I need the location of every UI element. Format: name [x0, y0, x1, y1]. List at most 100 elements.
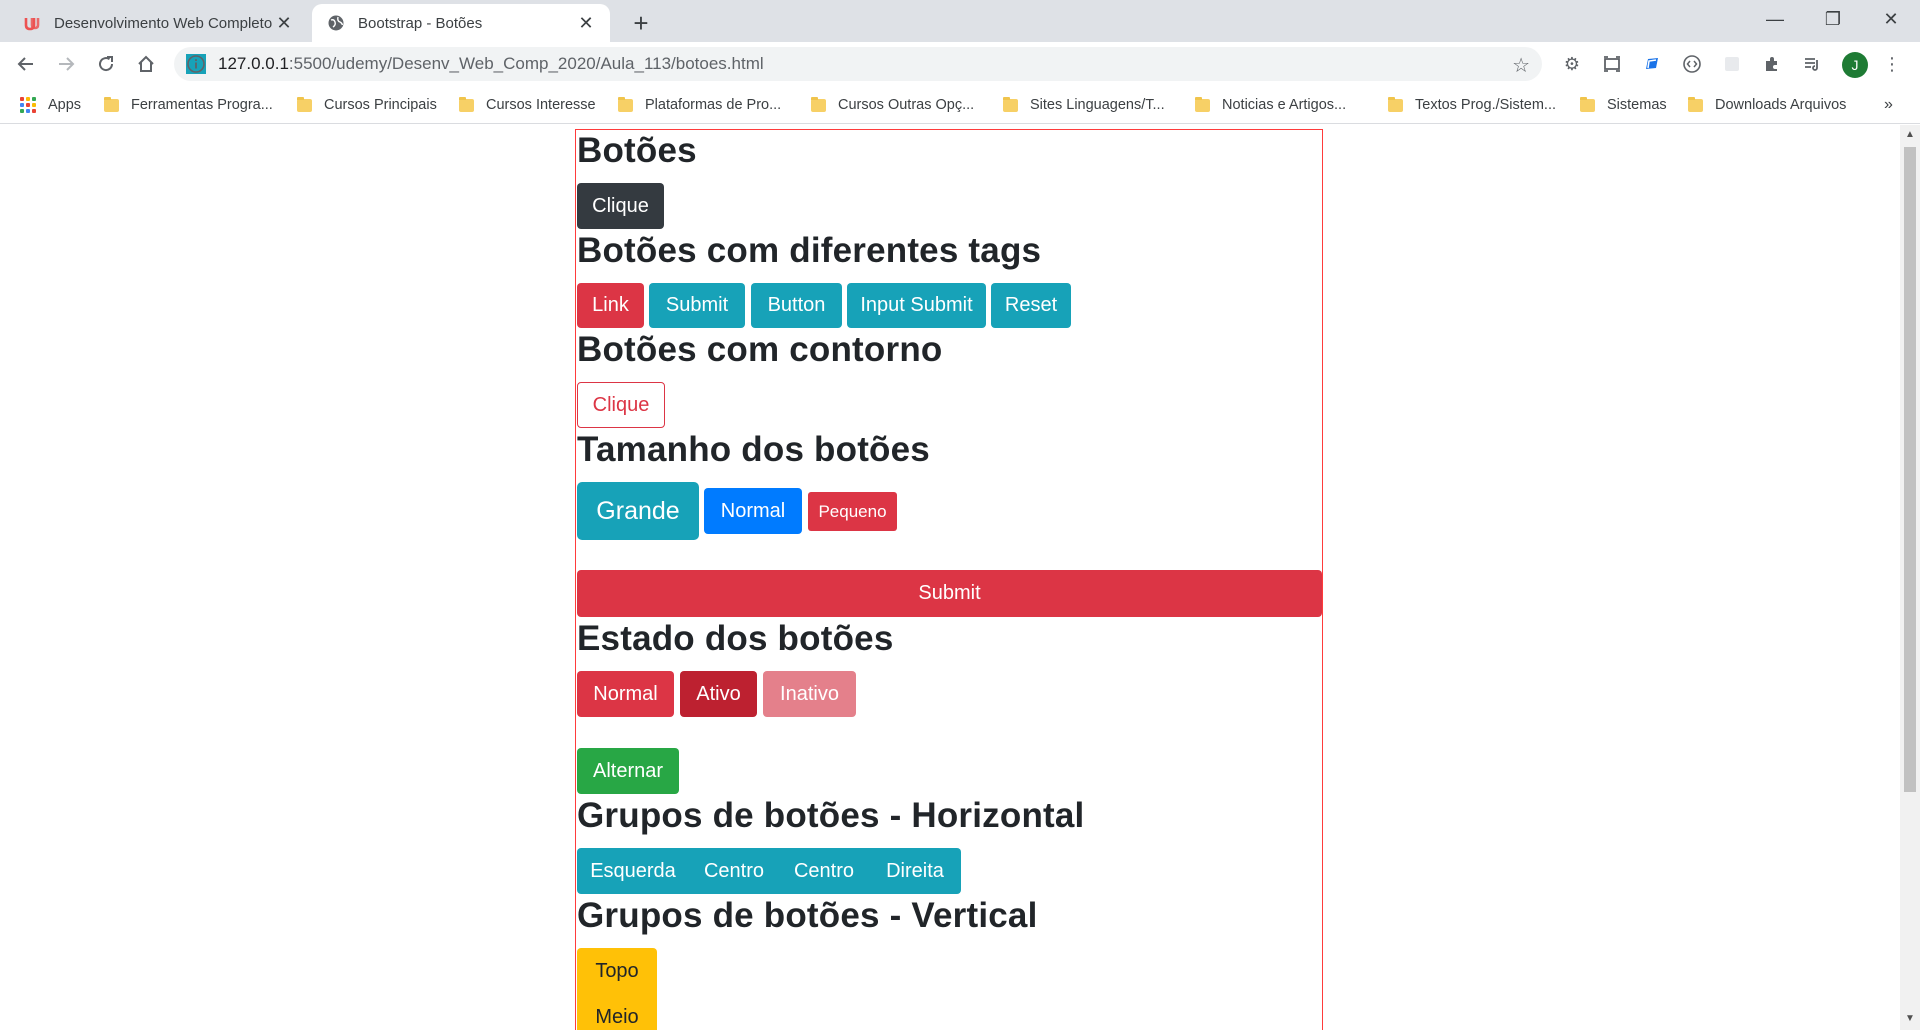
- profile-avatar[interactable]: J: [1842, 52, 1868, 78]
- heading-botoes: Botões: [577, 131, 697, 170]
- alternar-button[interactable]: Alternar: [577, 748, 679, 794]
- button-button[interactable]: Button: [751, 283, 842, 328]
- bookmark-folder[interactable]: Sites Linguagens/T...: [1003, 86, 1165, 124]
- bookmark-apps[interactable]: Apps: [20, 86, 81, 124]
- bookmark-folder[interactable]: Ferramentas Progra...: [104, 86, 273, 124]
- block-submit-button[interactable]: Submit: [577, 570, 1322, 617]
- apps-grid-icon: [20, 97, 36, 113]
- bookmark-folder[interactable]: Cursos Interesse: [459, 86, 596, 124]
- input-submit-button[interactable]: Input Submit: [847, 283, 986, 328]
- inativo-button: Inativo: [763, 671, 856, 717]
- bookmark-label: Cursos Outras Opç...: [838, 97, 975, 113]
- folder-icon: [1195, 96, 1210, 112]
- reload-button[interactable]: [90, 48, 122, 80]
- window-close-button[interactable]: ✕: [1862, 0, 1920, 38]
- folder-icon: [104, 96, 119, 112]
- submit-button[interactable]: Submit: [649, 283, 745, 328]
- centro-button[interactable]: Centro: [779, 848, 869, 894]
- new-tab-button[interactable]: +: [624, 6, 658, 40]
- heading-tamanho: Tamanho dos botões: [577, 430, 930, 469]
- scroll-up-icon[interactable]: ▲: [1900, 129, 1920, 140]
- home-icon: [138, 55, 154, 72]
- folder-icon: [1003, 96, 1018, 112]
- browser-toolbar: 127.0.0.1:5500/udemy/Desenv_Web_Comp_202…: [0, 42, 1920, 86]
- normal-size-button[interactable]: Normal: [704, 488, 802, 534]
- bookmark-label: Cursos Interesse: [486, 97, 596, 113]
- info-icon[interactable]: [186, 54, 206, 74]
- folder-icon: [297, 96, 312, 112]
- bookmark-folder[interactable]: Plataformas de Pro...: [618, 86, 781, 124]
- url-path: :5500/udemy/Desenv_Web_Comp_2020/Aula_11…: [288, 54, 764, 73]
- udemy-icon: [22, 13, 42, 33]
- globe-icon: [326, 13, 346, 33]
- bookmark-folder[interactable]: Noticias e Artigos...: [1195, 86, 1346, 124]
- close-icon[interactable]: ✕: [576, 13, 596, 34]
- url-text: 127.0.0.1:5500/udemy/Desenv_Web_Comp_202…: [218, 47, 764, 81]
- bookmark-label: Noticias e Artigos...: [1222, 97, 1347, 113]
- arrow-right-icon: [59, 57, 75, 71]
- meio-button[interactable]: Meio: [577, 994, 657, 1030]
- scrollbar-thumb[interactable]: [1904, 147, 1916, 792]
- bookmark-folder[interactable]: Textos Prog./Sistem...: [1388, 86, 1556, 124]
- tab-title: Bootstrap - Botões: [358, 14, 483, 32]
- bookmark-label: Apps: [48, 97, 82, 113]
- grande-button[interactable]: Grande: [577, 482, 699, 540]
- scroll-down-icon[interactable]: ▼: [1900, 1013, 1920, 1024]
- restore-button[interactable]: ❐: [1804, 0, 1862, 38]
- page-viewport: Botões Clique Botões com diferentes tags…: [0, 125, 1900, 1030]
- extension-blue-icon[interactable]: [1640, 52, 1664, 76]
- heading-contorno: Botões com contorno: [577, 330, 943, 369]
- tab-strip: Desenvolvimento Web Completo ✕ Bootstrap…: [0, 0, 1920, 42]
- clique-button[interactable]: Clique: [577, 183, 664, 229]
- tab-bootstrap-botoes[interactable]: Bootstrap - Botões ✕: [312, 4, 610, 42]
- address-bar[interactable]: 127.0.0.1:5500/udemy/Desenv_Web_Comp_202…: [174, 47, 1542, 81]
- heading-estado: Estado dos botões: [577, 619, 894, 658]
- back-button[interactable]: [10, 48, 42, 80]
- folder-icon: [459, 96, 474, 112]
- bookmark-star-icon[interactable]: ☆: [1512, 53, 1530, 78]
- bookmark-label: Cursos Principais: [324, 97, 437, 113]
- bookmark-folder[interactable]: Sistemas: [1580, 86, 1667, 124]
- esquerda-button[interactable]: Esquerda: [577, 848, 689, 894]
- close-icon[interactable]: ✕: [274, 13, 294, 34]
- direita-button[interactable]: Direita: [869, 848, 961, 894]
- normal-state-button[interactable]: Normal: [577, 671, 674, 717]
- puzzle-icon[interactable]: [1760, 52, 1784, 76]
- bookmark-label: Plataformas de Pro...: [645, 97, 782, 113]
- vertical-button-group: Topo Meio: [577, 948, 657, 1030]
- more-vert-icon[interactable]: ⋮: [1880, 52, 1904, 76]
- content-container: Botões Clique Botões com diferentes tags…: [575, 129, 1323, 1030]
- bookmark-label: Textos Prog./Sistem...: [1415, 97, 1557, 113]
- folder-icon: [1388, 96, 1403, 112]
- bookmark-folder[interactable]: Cursos Outras Opç...: [811, 86, 974, 124]
- horizontal-button-group: Esquerda Centro Centro Direita: [577, 848, 961, 894]
- bookmark-folder[interactable]: Cursos Principais: [297, 86, 437, 124]
- bookmark-label: Sistemas: [1607, 97, 1667, 113]
- minimize-button[interactable]: —: [1746, 0, 1804, 38]
- pequeno-button[interactable]: Pequeno: [808, 492, 897, 531]
- reset-button[interactable]: Reset: [991, 283, 1071, 328]
- extension-gear-icon[interactable]: ⚙: [1560, 52, 1584, 76]
- home-button[interactable]: [130, 48, 162, 80]
- tab-udemy[interactable]: Desenvolvimento Web Completo ✕: [8, 4, 308, 42]
- media-queue-icon[interactable]: [1800, 52, 1824, 76]
- folder-icon: [618, 96, 633, 112]
- extension-blank-icon[interactable]: [1720, 52, 1744, 76]
- bookmark-folder[interactable]: Downloads Arquivos: [1688, 86, 1846, 124]
- arrow-left-icon: [17, 57, 33, 71]
- bookmarks-bar: Apps Ferramentas Progra... Cursos Princi…: [0, 86, 1920, 124]
- heading-diferentes-tags: Botões com diferentes tags: [577, 231, 1042, 270]
- screenshot-icon[interactable]: [1600, 52, 1624, 76]
- forward-button[interactable]: [50, 48, 82, 80]
- bookmark-label: Downloads Arquivos: [1715, 97, 1847, 113]
- topo-button[interactable]: Topo: [577, 948, 657, 994]
- ativo-button[interactable]: Ativo: [680, 671, 757, 717]
- page-scrollbar[interactable]: ▲ ▼: [1900, 125, 1920, 1030]
- extension-code-icon[interactable]: [1680, 52, 1704, 76]
- heading-grupos-vertical: Grupos de botões - Vertical: [577, 896, 1038, 935]
- centro-button[interactable]: Centro: [689, 848, 779, 894]
- bookmark-label: Sites Linguagens/T...: [1030, 97, 1165, 113]
- bookmarks-overflow-button[interactable]: »: [1884, 86, 1893, 124]
- outline-clique-button[interactable]: Clique: [577, 382, 665, 428]
- link-button[interactable]: Link: [577, 283, 644, 328]
